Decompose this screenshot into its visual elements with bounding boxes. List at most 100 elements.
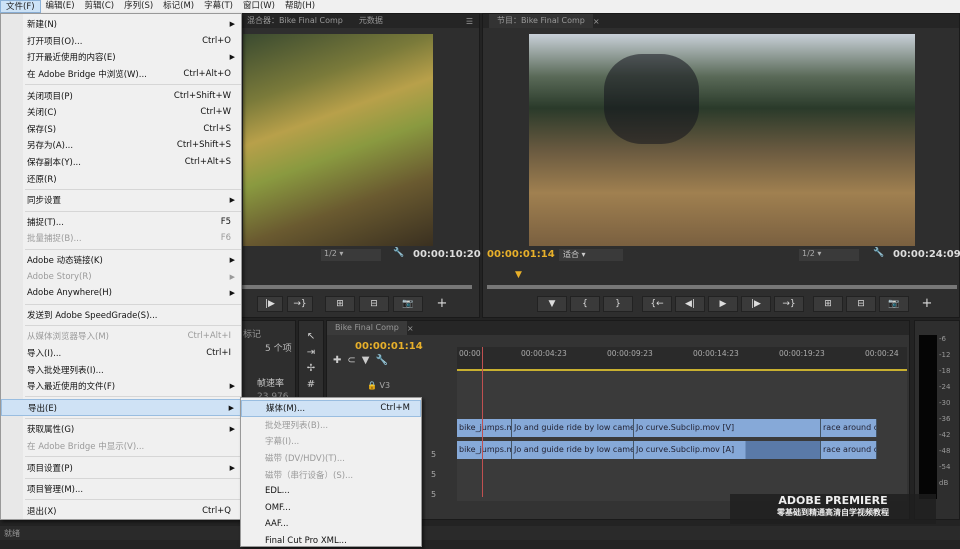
step-forward-button[interactable]: |▶ [741,296,771,312]
export-submenu: 媒体(M)... Ctrl+M 批处理列表(B)... 字幕(I)... 磁带 (DV/… [240,397,422,547]
menu-item[interactable]: 打开项目(O)... Ctrl+O [1,33,241,50]
menu-item[interactable]: 另存为(A)... Ctrl+Shift+S [1,137,241,154]
menu-item[interactable]: 保存副本(Y)... Ctrl+Alt+S [1,154,241,171]
step-forward-button[interactable]: |▶ [257,296,283,312]
add-marker-button[interactable]: ▼ [537,296,567,312]
menu-item[interactable]: Final Cut Pro XML... [241,533,421,549]
go-to-in-button[interactable]: {← [642,296,672,312]
audio-clip[interactable]: Jo curve.Subclip.mov [A] [634,441,821,459]
column-header-framerate[interactable]: 帧速率 [257,376,284,389]
submenu-arrow-icon: ▶ [229,20,235,29]
close-icon[interactable]: × [593,17,600,26]
menu-item[interactable]: 退出(X) Ctrl+Q [1,502,241,519]
menu-item[interactable]: 导入最近使用的文件(F) ▶ [1,378,241,395]
menu-item[interactable]: 新建(N) ▶ [1,16,241,33]
tab-program[interactable]: 节目：Bike Final Comp [489,14,593,28]
fit-select[interactable]: 适合 ▾ [559,249,623,261]
menu-item[interactable]: 导入批处理列表(I)... [1,361,241,378]
insert-button[interactable]: ⊞ [325,296,355,312]
menu-item[interactable]: 导出(E) ▶ [1,399,241,417]
video-clip[interactable]: Jo and guide ride by low camera [512,419,634,437]
tab-metadata[interactable]: 元数据 [351,14,391,28]
menu-item[interactable]: 还原(R) [1,170,241,187]
source-zoom-select[interactable]: 1/2 ▾ [321,249,381,261]
menu-item[interactable]: 捕捉(T)... F5 [1,214,241,231]
menu-6[interactable]: 窗口(W) [238,0,280,13]
panel-menu-icon[interactable]: ☰ [466,17,479,26]
selection-tool-icon[interactable]: ↖ [299,329,323,345]
menu-item[interactable]: Adobe Anywhere(H) ▶ [1,285,241,302]
track-select-tool-icon[interactable]: ⇥ [299,345,323,361]
timeline-ruler[interactable]: 00:00 00:00:04:23 00:00:09:23 00:00:14:23 00… [457,347,907,371]
menu-item[interactable]: 在 Adobe Bridge 中浏览(W)... Ctrl+Alt+O [1,66,241,83]
program-time-ruler[interactable]: ▼ [487,269,957,289]
menu-item[interactable]: 批处理列表(B)... [241,417,421,434]
play-button[interactable]: ▶ [708,296,738,312]
menu-1[interactable]: 编辑(E) [41,0,80,13]
menu-item[interactable]: 关闭(C) Ctrl+W [1,104,241,121]
menu-item[interactable]: 导入(I)... Ctrl+I [1,345,241,362]
menu-item[interactable]: Adobe Story(R) ▶ [1,268,241,285]
menu-item[interactable]: 磁带（串行设备）(S)... [241,466,421,483]
go-to-out-button[interactable]: →} [774,296,804,312]
ripple-edit-tool-icon[interactable]: ✢ [299,361,323,377]
menu-item[interactable]: 在 Adobe Bridge 中显示(V)... [1,438,241,455]
menu-item[interactable]: 字幕(I)... [241,433,421,450]
menu-0[interactable]: 文件(F) [0,0,41,13]
export-frame-button[interactable]: 📷 [393,296,423,312]
menu-5[interactable]: 字幕(T) [199,0,238,13]
menu-item[interactable]: 批量捕捉(B)... F6 [1,230,241,247]
export-frame-button[interactable]: 📷 [879,296,909,312]
tab-sequence[interactable]: Bike Final Comp [327,321,407,335]
menu-item[interactable]: Adobe 动态链接(K) ▶ [1,252,241,269]
playhead-icon[interactable]: ▼ [515,270,522,280]
lift-button[interactable]: ⊞ [813,296,843,312]
menu-item[interactable]: 项目设置(P) ▶ [1,459,241,476]
menu-item[interactable]: 磁带 (DV/HDV)(T)... [241,450,421,467]
audio-clip[interactable]: Jo and guide ride by low camera [512,441,634,459]
mark-out-button[interactable]: } [603,296,633,312]
video-clip[interactable]: race around c [821,419,877,437]
tab-audio-mixer[interactable]: 混合器：Bike Final Comp [237,14,351,28]
rolling-edit-tool-icon[interactable]: # [299,377,323,393]
extract-button[interactable]: ⊟ [846,296,876,312]
tab-markers[interactable]: 标记 [243,327,261,340]
mark-in-button[interactable]: { [570,296,600,312]
go-to-out-button[interactable]: →} [287,296,313,312]
wrench-icon[interactable]: 🔧 [393,248,404,258]
add-button[interactable]: + [912,296,942,312]
menu-2[interactable]: 剪辑(C) [80,0,120,13]
audio-clip[interactable]: bike_jumps.mov [457,441,512,459]
step-back-button[interactable]: ◀| [675,296,705,312]
file-menu: 新建(N) ▶ 打开项目(O)... Ctrl+O 打开最近使用的内容(E) ▶ 在 Ado… [0,13,242,521]
program-zoom-select[interactable]: 1/2 ▾ [799,249,859,261]
menu-item[interactable]: 从媒体浏览器导入(M) Ctrl+Alt+I [1,328,241,345]
menu-item[interactable]: 获取属性(G) ▶ [1,421,241,438]
menu-item[interactable]: 打开最近使用的内容(E) ▶ [1,49,241,66]
linked-selection-icon[interactable]: ⊂ [347,355,355,366]
menu-3[interactable]: 序列(S) [119,0,158,13]
menu-item[interactable]: 项目管理(M)... [1,481,241,498]
add-button[interactable]: + [427,296,457,312]
menu-item[interactable]: 媒体(M)... Ctrl+M [241,400,421,417]
menu-item[interactable]: OMF... [241,500,421,517]
source-time-ruler[interactable] [237,269,472,289]
menu-item[interactable]: 保存(S) Ctrl+S [1,121,241,138]
add-marker-icon[interactable]: ▼ [362,355,370,366]
menu-item[interactable]: AAF... [241,516,421,533]
overwrite-button[interactable]: ⊟ [359,296,389,312]
wrench-icon[interactable]: 🔧 [375,355,387,366]
snap-icon[interactable]: ✚ [333,355,341,366]
menu-4[interactable]: 标记(M) [158,0,199,13]
playhead-line[interactable] [482,347,483,497]
video-clip[interactable]: Jo curve.Subclip.mov [V] [634,419,821,437]
menu-item[interactable]: 关闭项目(P) Ctrl+Shift+W [1,87,241,104]
wrench-icon[interactable]: 🔧 [873,248,884,258]
menu-7[interactable]: 帮助(H) [280,0,320,13]
close-icon[interactable]: × [407,324,414,333]
menu-item[interactable]: EDL... [241,483,421,500]
video-clip[interactable]: bike_jumps.mov [457,419,512,437]
menu-item[interactable]: 发送到 Adobe SpeedGrade(S)... [1,307,241,324]
audio-clip[interactable]: race around c [821,441,877,459]
menu-item[interactable]: 同步设置 ▶ [1,192,241,209]
